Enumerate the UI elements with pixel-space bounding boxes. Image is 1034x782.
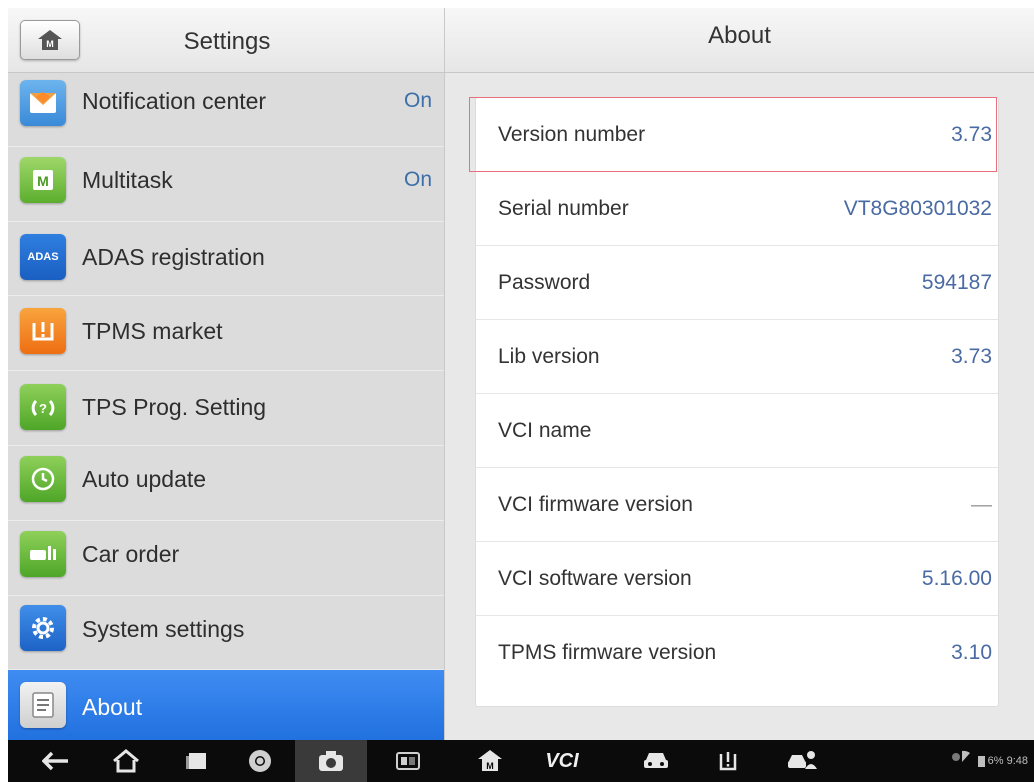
home-icon[interactable]	[106, 740, 146, 782]
tpms-icon[interactable]	[708, 740, 748, 782]
info-value: —	[971, 493, 992, 516]
about-icon	[20, 682, 66, 729]
menu-item-tpms-market[interactable]: TPMS market	[8, 296, 444, 372]
svg-text:M: M	[37, 173, 49, 189]
info-row-password: Password 594187	[476, 246, 998, 320]
svg-text:M: M	[46, 39, 54, 49]
adas-icon: ADAS	[20, 233, 66, 280]
menu-item-state: On	[403, 89, 432, 112]
gear-icon	[20, 604, 66, 651]
info-value: 3.73	[951, 345, 992, 368]
menu-item-label: Multitask	[82, 166, 173, 193]
navigation-bar: M VCI 6% 9:48	[8, 740, 1034, 782]
autel-home-icon: M	[38, 30, 62, 50]
screen: M Settings Notification center On M Mult…	[8, 8, 1034, 740]
settings-title: Settings	[183, 28, 271, 55]
back-icon[interactable]	[36, 740, 76, 782]
menu-item-label: ADAS registration	[82, 243, 265, 270]
status-area: 6% 9:48	[951, 740, 1028, 782]
multitask-icon: M	[20, 156, 66, 203]
menu-item-label: Car order	[82, 540, 180, 567]
info-value: 3.73	[951, 123, 992, 146]
browser-icon[interactable]	[240, 740, 280, 782]
svg-text:M: M	[486, 761, 494, 771]
status-text: 6% 9:48	[987, 755, 1028, 767]
menu-item-tps-prog-setting[interactable]: ? TPS Prog. Setting	[8, 371, 444, 446]
settings-menu: Notification center On M Multitask On AD…	[8, 72, 444, 740]
info-row-vci-firmware-version: VCI firmware version —	[476, 468, 998, 542]
about-panel: About Version number 3.73 Serial number …	[445, 8, 1034, 740]
autel-home-icon[interactable]: M	[470, 740, 510, 782]
auto-update-icon	[20, 455, 66, 502]
info-row-serial-number: Serial number VT8G80301032	[476, 172, 998, 246]
info-key: Lib version	[498, 345, 600, 368]
battery-icon	[977, 755, 985, 767]
svg-text:?: ?	[39, 401, 47, 416]
tpms-icon	[20, 308, 66, 355]
info-key: Password	[498, 271, 591, 294]
about-info-card: Version number 3.73 Serial number VT8G80…	[475, 97, 999, 707]
info-row-version-number: Version number 3.73	[476, 98, 998, 172]
info-key: Version number	[498, 123, 646, 146]
info-value: VT8G80301032	[843, 197, 992, 220]
info-row-lib-version: Lib version 3.73	[476, 320, 998, 394]
wifi-icon	[951, 740, 973, 782]
recent-apps-icon[interactable]	[176, 740, 216, 782]
notification-icon	[20, 80, 66, 126]
vci-icon[interactable]: VCI	[538, 740, 586, 782]
car-order-icon	[20, 530, 66, 577]
menu-item-auto-update[interactable]: Auto update	[8, 446, 444, 521]
adas-icon-text: ADAS	[27, 250, 59, 263]
vci-label: VCI	[545, 749, 579, 772]
camera-icon[interactable]	[311, 740, 351, 782]
tps-prog-icon: ?	[20, 384, 66, 431]
menu-item-adas-registration[interactable]: ADAS ADAS registration	[8, 222, 444, 297]
info-key: VCI firmware version	[498, 493, 693, 516]
settings-header: M Settings	[8, 8, 444, 73]
menu-item-about[interactable]: About	[8, 670, 444, 740]
menu-item-multitask[interactable]: M Multitask On	[8, 147, 444, 222]
info-row-vci-name: VCI name	[476, 394, 998, 468]
about-title: About	[445, 8, 1034, 73]
menu-item-state: On	[403, 167, 432, 191]
car-icon[interactable]	[636, 740, 676, 782]
home-button[interactable]: M	[20, 20, 80, 60]
info-value: 3.10	[951, 641, 992, 664]
menu-item-label: TPS Prog. Setting	[82, 394, 267, 421]
menu-item-label: About	[82, 694, 143, 721]
settings-panel: M Settings Notification center On M Mult…	[8, 8, 445, 740]
menu-item-label: TPMS market	[82, 318, 223, 345]
menu-item-car-order[interactable]: Car order	[8, 521, 444, 596]
menu-item-label: Notification center	[82, 88, 267, 114]
info-key: TPMS firmware version	[498, 641, 717, 664]
info-key: Serial number	[498, 197, 629, 220]
info-row-vci-software-version: VCI software version 5.16.00	[476, 542, 998, 616]
vehicle-manage-icon[interactable]	[780, 740, 824, 782]
info-row-tpms-firmware-version: TPMS firmware version 3.10	[476, 616, 998, 690]
menu-item-notification-center[interactable]: Notification center On	[8, 72, 444, 147]
info-key: VCI software version	[498, 567, 692, 590]
menu-item-label: Auto update	[82, 465, 207, 492]
menu-item-label: System settings	[82, 615, 245, 642]
info-key: VCI name	[498, 419, 592, 442]
info-value: 594187	[921, 271, 992, 294]
menu-item-system-settings[interactable]: System settings	[8, 596, 444, 671]
display-icon[interactable]	[388, 740, 428, 782]
info-value: 5.16.00	[921, 567, 992, 590]
